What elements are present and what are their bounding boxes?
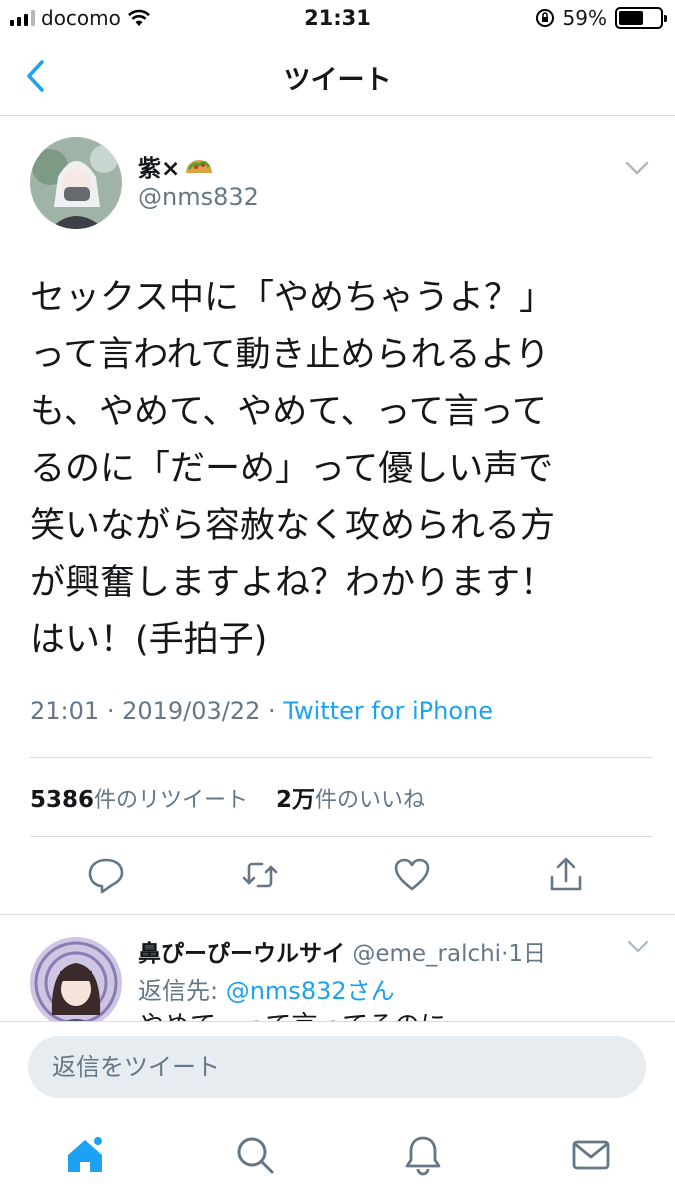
page-title: ツイート [283, 65, 392, 96]
reply-header: 鼻ぴーぴーウルサイ @eme_ralchi·1日 [138, 941, 547, 967]
reply-icon[interactable] [86, 855, 126, 895]
reply-chevron-down-icon[interactable] [626, 938, 650, 956]
divider [30, 836, 653, 837]
retweet-count: 5386 [30, 787, 95, 813]
taco-emoji-icon [186, 160, 213, 173]
reply-to: 返信先: @nms832さん [138, 971, 395, 1006]
username[interactable]: @nms832 [138, 183, 259, 211]
orientation-lock-icon [535, 9, 554, 27]
display-name[interactable]: 紫× [138, 149, 214, 183]
reply-avatar[interactable] [30, 937, 122, 1029]
like-count: 2万 [276, 787, 316, 813]
home-icon[interactable] [64, 1134, 106, 1176]
reply-to-label: 返信先: [138, 977, 226, 1005]
divider [0, 914, 675, 915]
reply-to-mention[interactable]: @nms832さん [226, 977, 395, 1005]
share-icon[interactable] [546, 855, 586, 895]
tweet-date: 2019/03/22 [122, 697, 261, 725]
chevron-down-icon[interactable] [624, 158, 650, 178]
like-label: 件のいいね [315, 788, 426, 813]
reply-input[interactable] [28, 1036, 646, 1098]
avatar-image [30, 137, 122, 229]
status-bar: docomo 21:31 59% [0, 0, 675, 40]
retweet-stat[interactable]: 5386件のリツイート [30, 787, 249, 813]
reply-preview-text: やめて、って言ってるのに [138, 1006, 446, 1022]
reply-age: 1日 [508, 941, 547, 967]
reply-display-name[interactable]: 鼻ぴーぴーウルサイ [138, 941, 345, 967]
display-name-text: 紫× [138, 156, 181, 182]
tweet-source-link[interactable]: Twitter for iPhone [283, 697, 493, 725]
tweet-meta: 21:01 · 2019/03/22 · Twitter for iPhone [30, 697, 494, 725]
reply-handle[interactable]: @eme_ralchi [352, 941, 501, 967]
tweet-stats: 5386件のリツイート 2万件のいいね [30, 780, 425, 814]
reply-avatar-image [30, 937, 122, 1029]
messages-icon[interactable] [570, 1134, 612, 1176]
tweet-time: 21:01 [30, 697, 100, 725]
avatar[interactable] [30, 137, 122, 229]
battery-fill [619, 11, 643, 25]
search-icon[interactable] [234, 1134, 276, 1176]
nav-bar: ツイート [0, 40, 675, 116]
battery-icon [615, 7, 667, 29]
like-stat[interactable]: 2万件のいいね [276, 787, 426, 813]
retweet-icon[interactable] [240, 855, 280, 895]
like-icon[interactable] [392, 855, 432, 895]
notifications-icon[interactable] [402, 1134, 444, 1176]
retweet-label: 件のリツイート [94, 788, 249, 813]
battery-percent: 59% [562, 6, 607, 30]
tweet-text: セックス中に「やめちゃうよ？」 って言われて動き止められるより も、やめて、やめ… [30, 278, 556, 660]
divider [30, 757, 653, 758]
